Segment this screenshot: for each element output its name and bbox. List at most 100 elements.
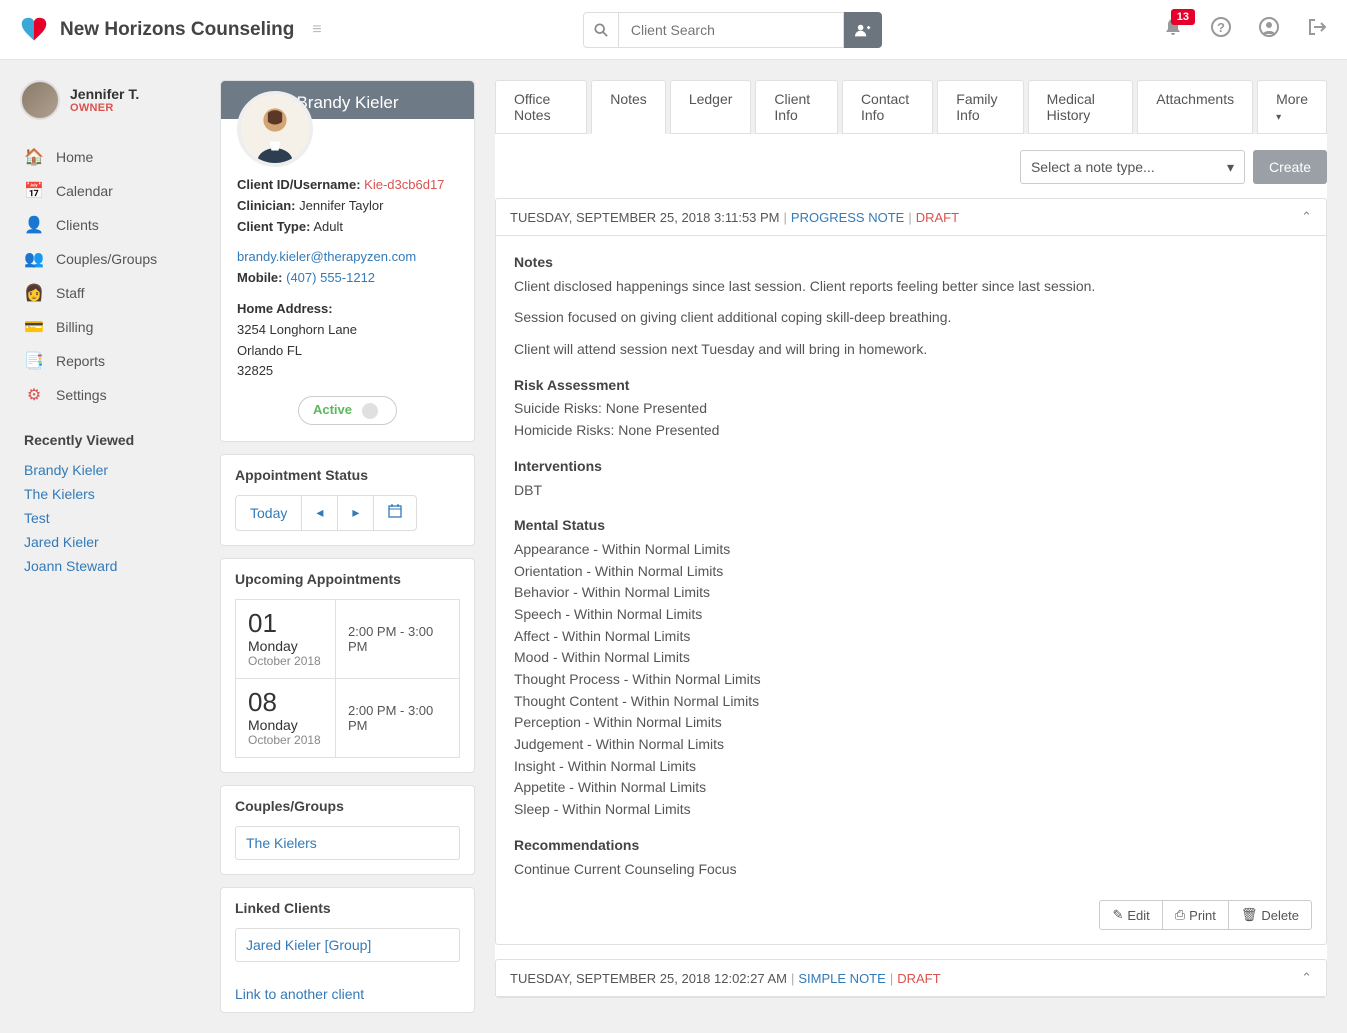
logout-button[interactable] xyxy=(1307,17,1327,43)
nav-icon: 📅 xyxy=(24,181,44,201)
logo[interactable]: New Horizons Counseling xyxy=(20,16,294,44)
notifications-button[interactable]: 13 xyxy=(1163,17,1183,43)
collapse-icon[interactable]: ⌃ xyxy=(1301,970,1312,986)
sidebar: Jennifer T. OWNER 🏠Home📅Calendar👤Clients… xyxy=(20,80,200,578)
tab-client-info[interactable]: Client Info xyxy=(755,80,838,134)
nav-couples-groups[interactable]: 👥Couples/Groups xyxy=(20,242,200,276)
next-button[interactable]: ▸ xyxy=(338,495,374,531)
edit-button[interactable]: ✎ Edit xyxy=(1099,900,1162,930)
menu-toggle-icon[interactable]: ≡ xyxy=(312,21,321,39)
nav-icon: 👤 xyxy=(24,215,44,235)
recent-link[interactable]: The Kielers xyxy=(24,486,95,502)
link-another-client[interactable]: Link to another client xyxy=(221,976,474,1012)
appointment-status-card: Appointment Status Today ◂ ▸ xyxy=(220,454,475,546)
prev-button[interactable]: ◂ xyxy=(302,495,338,531)
mental-status-item: Insight - Within Normal Limits xyxy=(514,756,1308,778)
client-summary-card: Brandy Kieler Client ID/Username: Kie-d3… xyxy=(220,80,475,442)
linked-clients-card: Linked Clients Jared Kieler [Group] Link… xyxy=(220,887,475,1013)
note-card-1: TUESDAY, SEPTEMBER 25, 2018 3:11:53 PM |… xyxy=(495,198,1327,945)
recent-link[interactable]: Brandy Kieler xyxy=(24,462,108,478)
today-button[interactable]: Today xyxy=(235,495,302,531)
recent-heading: Recently Viewed xyxy=(24,432,200,448)
nav-calendar[interactable]: 📅Calendar xyxy=(20,174,200,208)
calendar-button[interactable] xyxy=(374,495,417,531)
nav-home[interactable]: 🏠Home xyxy=(20,140,200,174)
search-area xyxy=(583,12,882,48)
print-button[interactable]: ⎙ Print xyxy=(1163,900,1229,930)
client-column: Brandy Kieler Client ID/Username: Kie-d3… xyxy=(220,80,475,1013)
nav-icon: ⚙ xyxy=(24,385,44,405)
note-status: DRAFT xyxy=(916,210,959,225)
client-header: Brandy Kieler xyxy=(221,81,474,119)
search-input[interactable] xyxy=(619,12,844,48)
avatar xyxy=(20,80,60,120)
mental-status-item: Perception - Within Normal Limits xyxy=(514,712,1308,734)
mental-status-item: Appetite - Within Normal Limits xyxy=(514,777,1308,799)
note-header[interactable]: TUESDAY, SEPTEMBER 25, 2018 3:11:53 PM |… xyxy=(496,199,1326,236)
search-button[interactable] xyxy=(583,12,619,48)
client-type-value: Adult xyxy=(313,219,343,234)
note-date: TUESDAY, SEPTEMBER 25, 2018 3:11:53 PM xyxy=(510,210,780,225)
nav-icon: 👩 xyxy=(24,283,44,303)
tab-office-notes[interactable]: Office Notes xyxy=(495,80,587,134)
status-toggle[interactable]: Active xyxy=(298,396,397,425)
notification-badge: 13 xyxy=(1171,9,1195,25)
addr-line2: Orlando FL xyxy=(237,341,458,362)
tab-attachments[interactable]: Attachments xyxy=(1137,80,1253,134)
appointment-row[interactable]: 08MondayOctober 20182:00 PM - 3:00 PM xyxy=(235,679,460,758)
note-type-select[interactable]: Select a note type... ▾ xyxy=(1020,150,1245,184)
svg-text:?: ? xyxy=(1217,20,1225,35)
tab-notes[interactable]: Notes xyxy=(591,80,666,134)
topbar-actions: 13 ? xyxy=(1163,17,1327,43)
clinician-value: Jennifer Taylor xyxy=(299,198,383,213)
nav-icon: 👥 xyxy=(24,249,44,269)
chevron-down-icon: ▾ xyxy=(1227,159,1234,176)
mental-status-item: Mood - Within Normal Limits xyxy=(514,647,1308,669)
nav-staff[interactable]: 👩Staff xyxy=(20,276,200,310)
tab-contact-info[interactable]: Contact Info xyxy=(842,80,933,134)
create-button[interactable]: Create xyxy=(1253,150,1327,184)
help-button[interactable]: ? xyxy=(1211,17,1231,43)
upcoming-appointments-card: Upcoming Appointments 01MondayOctober 20… xyxy=(220,558,475,773)
client-email-link[interactable]: brandy.kieler@therapyzen.com xyxy=(237,249,416,264)
appointment-row[interactable]: 01MondayOctober 20182:00 PM - 3:00 PM xyxy=(235,599,460,679)
linked-client-link[interactable]: Jared Kieler [Group] xyxy=(235,928,460,962)
client-name: Brandy Kieler xyxy=(296,93,398,112)
nav-reports[interactable]: 📑Reports xyxy=(20,344,200,378)
user-role: OWNER xyxy=(70,102,139,114)
client-phone-link[interactable]: (407) 555-1212 xyxy=(286,270,375,285)
current-user[interactable]: Jennifer T. OWNER xyxy=(20,80,200,120)
nav-icon: 📑 xyxy=(24,351,44,371)
mental-status-item: Behavior - Within Normal Limits xyxy=(514,582,1308,604)
profile-button[interactable] xyxy=(1259,17,1279,43)
collapse-icon[interactable]: ⌃ xyxy=(1301,209,1312,225)
nav-clients[interactable]: 👤Clients xyxy=(20,208,200,242)
note-status: DRAFT xyxy=(897,971,940,986)
mental-status-item: Thought Process - Within Normal Limits xyxy=(514,669,1308,691)
address-label: Home Address: xyxy=(237,301,333,316)
note-header[interactable]: TUESDAY, SEPTEMBER 25, 2018 12:02:27 AM … xyxy=(496,960,1326,997)
tab-medical-history[interactable]: Medical History xyxy=(1028,80,1134,134)
nav-billing[interactable]: 💳Billing xyxy=(20,310,200,344)
addr-line3: 32825 xyxy=(237,361,458,382)
toggle-knob xyxy=(362,403,378,419)
group-link[interactable]: The Kielers xyxy=(235,826,460,860)
nav-icon: 💳 xyxy=(24,317,44,337)
recent-link[interactable]: Jared Kieler xyxy=(24,534,99,550)
tab-family-info[interactable]: Family Info xyxy=(937,80,1023,134)
note-date: TUESDAY, SEPTEMBER 25, 2018 12:02:27 AM xyxy=(510,971,787,986)
topbar: New Horizons Counseling ≡ 13 ? xyxy=(0,0,1347,60)
delete-button[interactable]: 🗑 Delete xyxy=(1229,900,1312,930)
tab-ledger[interactable]: Ledger xyxy=(670,80,752,134)
search-icon xyxy=(594,23,608,37)
nav-settings[interactable]: ⚙Settings xyxy=(20,378,200,412)
tab-more[interactable]: More xyxy=(1257,80,1327,134)
add-client-button[interactable] xyxy=(844,12,882,48)
note-type: PROGRESS NOTE xyxy=(791,210,904,225)
mental-status-item: Appearance - Within Normal Limits xyxy=(514,539,1308,561)
recent-link[interactable]: Joann Steward xyxy=(24,558,117,574)
calendar-icon xyxy=(388,504,402,518)
mental-status-item: Sleep - Within Normal Limits xyxy=(514,799,1308,821)
user-circle-icon xyxy=(1259,17,1279,37)
recent-link[interactable]: Test xyxy=(24,510,50,526)
